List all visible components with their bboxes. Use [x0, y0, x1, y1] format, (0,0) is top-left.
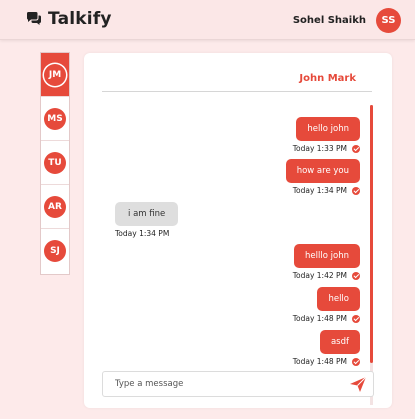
check-circle-icon	[352, 144, 360, 153]
chat-header: John Mark	[102, 70, 372, 92]
message-time: Today 1:42 PM	[292, 271, 347, 280]
message-sent: helllo john Today 1:42 PM	[293, 243, 360, 280]
app-title: Talkify	[48, 9, 112, 29]
message-sent: how are you Today 1:34 PM	[285, 158, 360, 195]
message-time: Today 1:33 PM	[292, 144, 347, 153]
message-bubble: hello	[317, 287, 360, 311]
message-bubble: asdf	[319, 330, 360, 354]
top-navbar: Talkify Sohel Shaikh SS	[0, 0, 415, 40]
message-list[interactable]: hello john Today 1:33 PM how are you Tod…	[102, 103, 374, 406]
contact-item-ms[interactable]: MS	[41, 97, 69, 141]
check-circle-icon	[352, 314, 360, 323]
contact-item-ar[interactable]: AR	[41, 185, 69, 229]
user-avatar[interactable]: SS	[376, 8, 401, 33]
message-bubble: how are you	[285, 159, 360, 183]
user-name: Sohel Shaikh	[292, 15, 366, 26]
message-meta: Today 1:33 PM	[293, 144, 360, 153]
chat-contact-name: John Mark	[299, 73, 356, 84]
user-menu[interactable]: Sohel Shaikh SS	[293, 8, 401, 33]
message-meta: Today 1:48 PM	[293, 357, 360, 366]
message-input[interactable]	[103, 372, 343, 396]
contact-item-sj[interactable]: SJ	[41, 229, 69, 273]
contacts-sidebar: JM MS TU AR SJ	[40, 52, 70, 275]
scrollbar-thumb[interactable]	[370, 105, 373, 363]
message-sent: hello Today 1:48 PM	[293, 286, 360, 323]
message-time: Today 1:34 PM	[115, 229, 170, 238]
contact-avatar: MS	[44, 107, 66, 130]
message-bubble: i am fine	[115, 202, 179, 226]
contact-avatar: JM	[44, 63, 66, 86]
message-bubble: hello john	[296, 117, 360, 141]
message-received: i am fine Today 1:34 PM	[115, 201, 179, 238]
message-meta: Today 1:42 PM	[293, 271, 360, 280]
chat-bubbles-icon	[27, 12, 41, 25]
message-sent: asdf Today 1:48 PM	[293, 329, 360, 366]
message-scrollbar[interactable]	[370, 105, 373, 405]
contact-item-jm[interactable]: JM	[41, 53, 69, 97]
message-meta: Today 1:34 PM	[115, 229, 178, 238]
paper-plane-icon[interactable]	[349, 376, 367, 393]
message-time: Today 1:48 PM	[292, 357, 347, 366]
message-bubble: helllo john	[294, 244, 360, 268]
message-sent: hello john Today 1:33 PM	[293, 116, 360, 153]
message-meta: Today 1:48 PM	[293, 314, 360, 323]
contact-avatar: AR	[44, 195, 66, 218]
check-circle-icon	[352, 271, 360, 280]
contact-avatar: TU	[44, 151, 66, 174]
message-time: Today 1:34 PM	[292, 186, 347, 195]
message-time: Today 1:48 PM	[292, 314, 347, 323]
check-circle-icon	[352, 186, 360, 195]
contact-avatar: SJ	[44, 240, 66, 262]
message-composer	[102, 371, 374, 397]
brand[interactable]: Talkify	[26, 9, 112, 29]
message-meta: Today 1:34 PM	[286, 186, 360, 195]
contact-item-tu[interactable]: TU	[41, 141, 69, 185]
check-circle-icon	[352, 357, 360, 366]
chat-panel: John Mark hello john Today 1:33 PM how a…	[84, 53, 392, 408]
